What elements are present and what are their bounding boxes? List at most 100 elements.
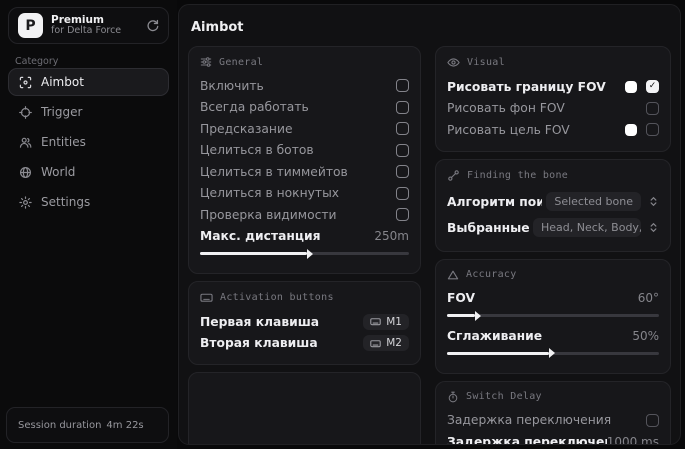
bone-icon	[447, 169, 460, 182]
checkbox[interactable]: ✓	[646, 101, 659, 115]
panel-accuracy-title: Accuracy	[466, 269, 517, 280]
color-swatch[interactable]	[625, 123, 637, 136]
panel-switch-delay: Switch Delay Задержка переключения ✓ Зад…	[435, 380, 671, 445]
session-duration-value: 4m 22s	[106, 419, 144, 431]
sidebar-item-label: Trigger	[41, 105, 83, 119]
slider-label: FOV	[447, 291, 476, 306]
sidebar-item-label: Entities	[41, 135, 86, 149]
unfold-icon[interactable]	[648, 222, 659, 233]
toggle-row: Целиться в тиммейтов ✓	[200, 161, 409, 183]
sidebar-item-trigger[interactable]: Trigger	[8, 98, 169, 126]
slider-label: Макс. дистанция	[200, 229, 321, 244]
premium-header-text: Premium for Delta Force	[51, 14, 138, 37]
visual-label: Рисовать границу FOV	[447, 79, 606, 94]
toggle-row: Целиться в ботов ✓	[200, 140, 409, 162]
sidebar-item-entities[interactable]: Entities	[8, 128, 169, 156]
panel-activation-header: Activation buttons	[200, 291, 409, 304]
premium-subtitle: for Delta Force	[51, 25, 122, 37]
panel-general-header: General	[200, 56, 409, 68]
panel-accuracy-header: Accuracy	[447, 269, 659, 281]
session-duration: Session duration 4m 22s	[6, 407, 169, 443]
visual-row: Рисовать цель FOV ✓	[447, 119, 659, 141]
checkbox[interactable]: ✓	[396, 143, 409, 157]
toggle-label: Целиться в нокнутых	[200, 186, 340, 201]
panel-bone-title: Finding the bone	[467, 169, 569, 181]
panel-activation-title: Activation buttons	[220, 292, 334, 303]
toggle-row: Предсказание ✓	[200, 118, 409, 140]
slider-value: 250m	[374, 229, 409, 244]
eye-icon	[447, 56, 460, 69]
keybind-key: M2	[386, 337, 402, 350]
delta-icon	[447, 269, 459, 281]
keybind-button-1[interactable]: M1	[363, 313, 409, 330]
sidebar-item-label: World	[41, 165, 76, 179]
dropdown-row: Алгоритм поиска костей Selected bone	[447, 189, 659, 215]
fov-slider[interactable]	[447, 310, 659, 321]
slider-fill	[447, 310, 481, 321]
selected-bones-select[interactable]: Head, Neck, Body, Pe..	[533, 218, 641, 237]
main-content: Aimbot General Включить ✓	[178, 4, 681, 445]
general-icon	[200, 56, 212, 68]
toggle-row: Целиться в нокнутых ✓	[200, 183, 409, 205]
slider-row: Макс. дистанция 250m	[200, 226, 409, 248]
checkbox[interactable]: ✓	[396, 186, 409, 200]
slider-label: Сглаживание	[447, 328, 543, 343]
keybind-key: M1	[386, 315, 402, 328]
checkbox[interactable]: ✓	[396, 122, 409, 136]
toggle-row: Включить ✓	[200, 75, 409, 97]
keybind-label: Вторая клавиша	[200, 336, 318, 351]
refresh-icon[interactable]	[146, 19, 159, 32]
slider-fill	[447, 348, 555, 358]
slider-row: Задержка переключения (мс) 1000 ms	[447, 431, 659, 445]
dropdown-label: Алгоритм поиска костей	[447, 194, 543, 209]
toggle-label: Целиться в тиммейтов	[200, 164, 348, 179]
keybind-button-2[interactable]: M2	[363, 335, 409, 352]
panel-finding-bone: Finding the bone Алгоритм поиска костей …	[435, 158, 671, 252]
sidebar-item-world[interactable]: World	[8, 158, 169, 186]
category-label: Category	[15, 56, 59, 67]
panel-visual: Visual Рисовать границу FOV ✓ Рисовать ф…	[435, 46, 671, 152]
panel-switch-delay-title: Switch Delay	[466, 391, 542, 402]
dropdown-row: Выбранные кости Head, Neck, Body, Pe..	[447, 215, 659, 241]
bone-algorithm-select[interactable]: Selected bone	[546, 192, 641, 211]
toggle-label: Задержка переключения	[447, 413, 612, 428]
settings-gear-icon	[19, 195, 32, 209]
slider-row: FOV 60°	[447, 288, 659, 310]
unfold-icon[interactable]	[648, 196, 659, 207]
visual-label: Рисовать цель FOV	[447, 122, 570, 137]
entities-icon	[19, 136, 32, 149]
keybind-label: Первая клавиша	[200, 314, 320, 329]
dropdown-label: Выбранные кости	[447, 220, 529, 235]
visual-row: Рисовать границу FOV ✓	[447, 76, 659, 98]
checkbox[interactable]: ✓	[396, 100, 409, 114]
toggle-label: Проверка видимости	[200, 207, 337, 222]
sidebar-item-settings[interactable]: Settings	[8, 188, 169, 216]
checkbox[interactable]: ✓	[396, 79, 409, 93]
keyboard-icon	[370, 316, 382, 327]
stopwatch-icon	[447, 391, 459, 403]
toggle-row: Всегда работать ✓	[200, 97, 409, 119]
slider-value: 50%	[632, 328, 659, 343]
checkbox[interactable]: ✓	[396, 208, 409, 222]
color-swatch[interactable]	[625, 80, 637, 93]
max-distance-slider[interactable]	[200, 248, 409, 259]
slider-label: Задержка переключения (мс)	[447, 434, 607, 445]
smoothing-slider[interactable]	[447, 348, 659, 358]
slider-value: 60°	[637, 291, 659, 306]
keyboard-icon	[370, 338, 382, 349]
checkbox[interactable]: ✓	[646, 123, 659, 137]
sidebar: P Premium for Delta Force Category Aimbo…	[0, 0, 177, 449]
checkbox[interactable]: ✓	[646, 80, 659, 94]
keybind-row: Первая клавиша M1	[200, 311, 409, 333]
panel-accuracy: Accuracy FOV 60° Сглаживание 50%	[435, 258, 671, 374]
visual-label: Рисовать фон FOV	[447, 101, 565, 116]
keybind-row: Вторая клавиша M2	[200, 333, 409, 355]
app-logo: P	[18, 13, 43, 38]
sidebar-item-aimbot[interactable]: Aimbot	[8, 68, 169, 96]
panel-empty	[188, 372, 421, 444]
page-title: Aimbot	[191, 20, 244, 35]
panel-visual-header: Visual	[447, 56, 659, 69]
keyboard-icon	[200, 291, 213, 304]
checkbox[interactable]: ✓	[396, 165, 409, 179]
checkbox[interactable]: ✓	[646, 413, 659, 427]
